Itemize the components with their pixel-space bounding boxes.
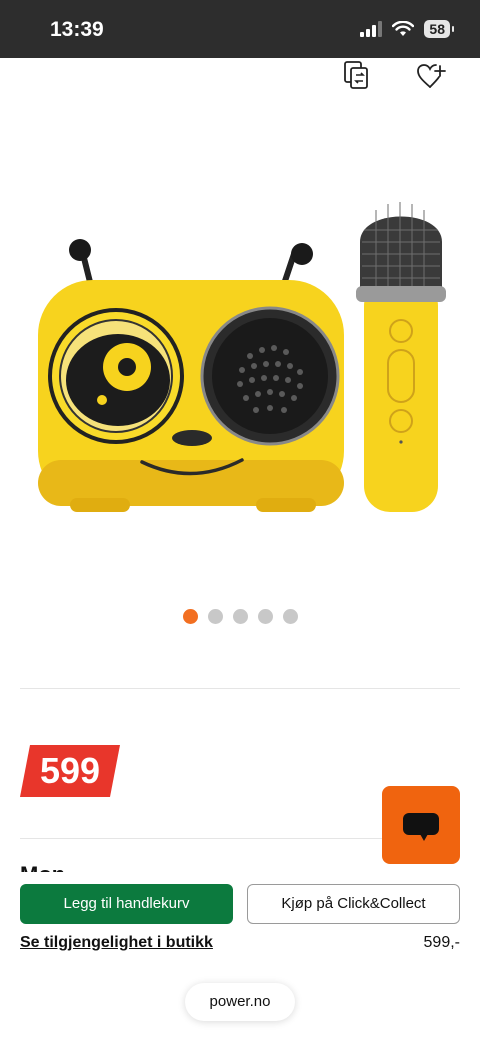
browser-url-bar[interactable]: power.no	[185, 983, 295, 1021]
divider	[20, 688, 460, 689]
status-bar: 13:39 58	[0, 0, 480, 58]
add-to-cart-button[interactable]: Legg til handlekurv	[20, 884, 233, 924]
gallery-pagination	[0, 609, 480, 624]
header-actions	[342, 60, 446, 92]
wishlist-add-icon[interactable]	[416, 60, 446, 92]
status-time: 13:39	[50, 18, 104, 41]
cellular-signal-icon	[360, 21, 383, 37]
price-value: 599	[39, 750, 101, 791]
chat-bubble-icon	[403, 813, 439, 841]
gallery-dot-5[interactable]	[282, 609, 298, 624]
battery-icon: 58	[424, 20, 454, 38]
click-collect-button[interactable]: Kjøp på Click&Collect	[247, 884, 460, 924]
sheet-price: 599,-	[423, 934, 460, 951]
price-badge: 599	[20, 745, 120, 797]
status-icons: 58	[360, 20, 454, 38]
gallery-dot-3[interactable]	[232, 609, 248, 624]
chat-button[interactable]	[382, 786, 460, 864]
gallery-dot-1[interactable]	[182, 609, 198, 624]
gallery-dot-4[interactable]	[257, 609, 273, 624]
compare-icon[interactable]	[342, 60, 372, 92]
gallery-dot-2[interactable]	[207, 609, 223, 624]
wifi-icon	[392, 21, 415, 36]
product-image[interactable]	[30, 180, 450, 530]
store-availability-link[interactable]: Se tilgjengelighet i butikk	[20, 934, 213, 952]
